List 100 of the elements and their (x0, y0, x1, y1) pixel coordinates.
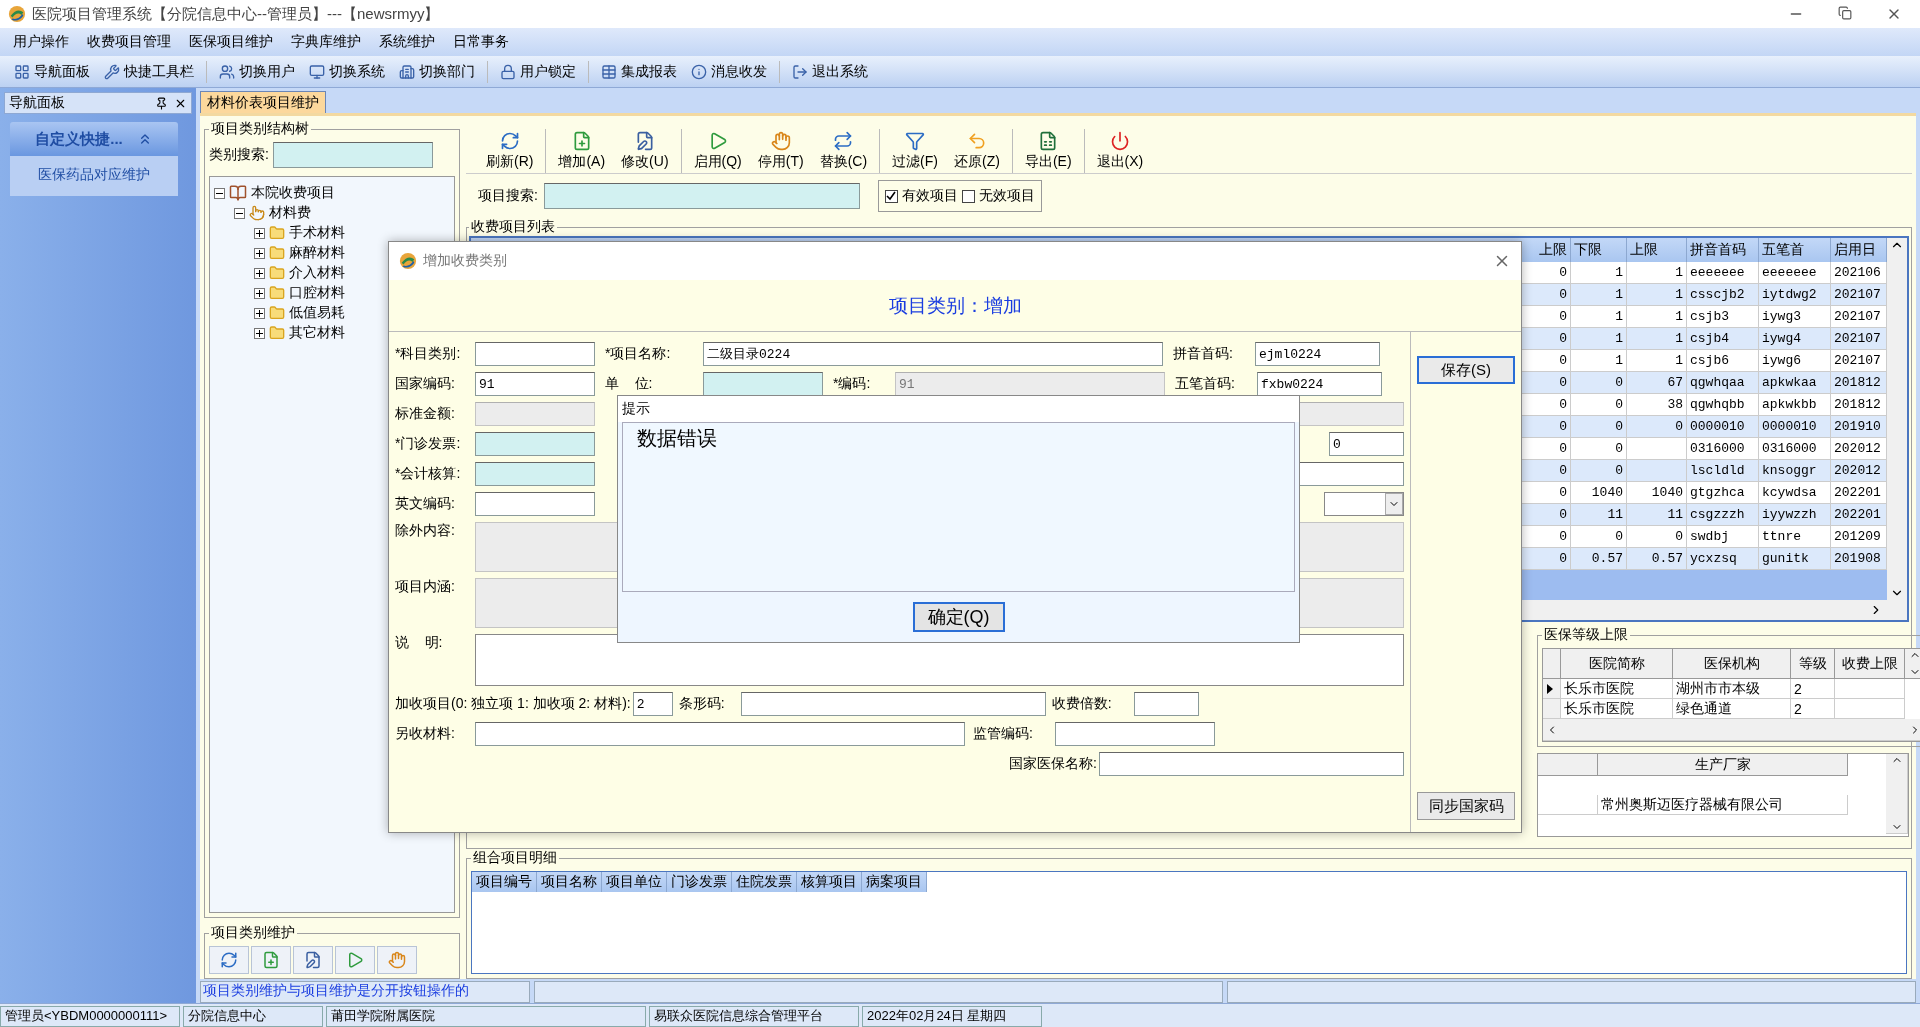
sync-button[interactable]: 同步国家码 (1417, 792, 1515, 820)
users-icon (219, 63, 235, 80)
column-header[interactable]: 下限 (1571, 238, 1627, 262)
expand-icon[interactable] (254, 307, 265, 319)
toolbar-button[interactable]: 退出系统 (786, 60, 874, 83)
text-field[interactable]: 0 (1329, 432, 1404, 456)
icon-button[interactable] (251, 946, 291, 974)
field-label: 国家医保名称: (1009, 755, 1097, 773)
field-label: 另收材料: (395, 725, 456, 743)
text-field[interactable]: 91 (475, 372, 595, 396)
icon-button[interactable] (209, 946, 249, 974)
expand-icon[interactable] (254, 227, 265, 239)
menu-item[interactable]: 字典库维护 (282, 33, 370, 51)
toolbar-button[interactable]: 替换(C) (811, 131, 876, 173)
checkbox[interactable] (961, 189, 975, 203)
column-header[interactable]: 项目单位 (602, 872, 667, 892)
column-header[interactable]: 医院简称 (1561, 649, 1673, 679)
toolbar-button[interactable]: 停用(T) (749, 131, 812, 173)
tree-item[interactable]: 其它材料 (289, 324, 345, 342)
menu-item[interactable]: 日常事务 (444, 33, 518, 51)
column-header[interactable]: 启用日 (1831, 238, 1887, 262)
toolbar-button[interactable]: 启用(Q) (685, 131, 750, 173)
search-field[interactable] (543, 183, 860, 209)
expand-icon[interactable] (254, 327, 265, 339)
collapse-icon[interactable] (214, 187, 225, 199)
tree-item[interactable]: 手术材料 (289, 224, 345, 242)
toolbar-button[interactable]: 切换部门 (393, 60, 481, 83)
tree-item[interactable]: 低值易耗 (289, 304, 345, 322)
restore-icon[interactable] (1838, 6, 1852, 20)
toolbar-button[interactable]: 切换系统 (303, 60, 391, 83)
text-field[interactable] (475, 432, 595, 456)
text-field[interactable]: 2 (632, 692, 673, 716)
column-header[interactable]: 收费上限 (1835, 649, 1905, 679)
column-header[interactable]: 生产厂家 (1598, 754, 1848, 776)
toolbar-button[interactable]: 退出(X) (1088, 131, 1152, 173)
search-field[interactable] (272, 142, 433, 168)
toolbar-button[interactable]: 刷新(R) (478, 131, 542, 173)
nav-link[interactable]: 医保药品对应维护 (10, 166, 178, 184)
table-cell: iywg4 (1759, 328, 1831, 350)
column-header[interactable]: 等级 (1791, 649, 1835, 679)
table-cell: iyywzzh (1759, 504, 1831, 526)
menu-item[interactable]: 收费项目管理 (78, 33, 180, 51)
section-title[interactable]: 自定义快捷... (35, 129, 123, 149)
column-header[interactable]: 病案项目 (862, 872, 927, 892)
expand-icon[interactable] (254, 267, 265, 279)
expand-icon[interactable] (254, 247, 265, 259)
icon-button[interactable] (335, 946, 375, 974)
column-header[interactable]: 项目名称 (537, 872, 602, 892)
text-field[interactable] (475, 722, 965, 746)
toolbar-button[interactable]: 集成报表 (595, 60, 683, 83)
column-header[interactable]: 项目编号 (472, 872, 537, 892)
column-header[interactable]: 医保机构 (1673, 649, 1791, 679)
text-field[interactable] (1055, 722, 1215, 746)
toolbar-button[interactable]: 切换用户 (213, 60, 301, 83)
expand-icon[interactable] (254, 287, 265, 299)
toolbar-button[interactable]: 过滤(F) (884, 131, 946, 173)
toolbar-button[interactable]: 还原(Z) (946, 131, 1008, 173)
ok-button[interactable]: 确定(Q) (912, 602, 1005, 632)
checkbox[interactable] (884, 189, 898, 203)
icon-button[interactable] (377, 946, 417, 974)
text-field[interactable] (1133, 692, 1199, 716)
save-button[interactable]: 保存(S) (1417, 356, 1515, 384)
text-field[interactable]: fxbw0224 (1257, 372, 1382, 396)
text-field[interactable] (475, 462, 595, 486)
text-field[interactable] (1099, 752, 1404, 776)
tree-item[interactable]: 麻醉材料 (289, 244, 345, 262)
toolbar-button[interactable]: 修改(U) (613, 131, 677, 173)
table-cell: kcywdsa (1759, 482, 1831, 504)
toolbar-button[interactable]: 增加(A) (550, 131, 614, 173)
pin-icon[interactable] (155, 96, 168, 110)
text-field[interactable] (475, 342, 595, 366)
text-field[interactable] (475, 492, 595, 516)
toolbar-button[interactable]: 消息收发 (685, 60, 773, 83)
column-header[interactable]: 核算项目 (797, 872, 862, 892)
column-header[interactable]: 五笔首 (1759, 238, 1831, 262)
dropdown-field[interactable] (1324, 492, 1404, 516)
text-field[interactable]: ejml0224 (1255, 342, 1380, 366)
tab[interactable]: 材料价表项目维护 (200, 91, 326, 113)
icon-button[interactable] (293, 946, 333, 974)
table-cell: 常州奥斯迈医疗器械有限公司 (1598, 795, 1848, 815)
toolbar-button[interactable]: 快捷工具栏 (98, 60, 200, 83)
toolbar-button[interactable]: 导出(E) (1016, 131, 1080, 173)
collapse-icon[interactable] (234, 207, 245, 219)
tree-item[interactable]: 本院收费项目 (251, 184, 335, 202)
menu-item[interactable]: 系统维护 (370, 33, 444, 51)
column-header[interactable]: 门诊发票 (667, 872, 732, 892)
text-field[interactable] (703, 372, 823, 396)
tree-item[interactable]: 材料费 (269, 204, 311, 222)
text-field[interactable] (740, 692, 1046, 716)
column-header[interactable]: 上限 (1627, 238, 1687, 262)
text-field[interactable]: 二级目录0224 (703, 342, 1163, 366)
column-header[interactable]: 拼音首码 (1687, 238, 1759, 262)
menu-item[interactable]: 医保项目维护 (180, 33, 282, 51)
menu-item[interactable]: 用户操作 (4, 33, 78, 51)
toolbar-button[interactable]: 用户锁定 (494, 60, 582, 83)
column-header[interactable]: 住院发票 (732, 872, 797, 892)
tree-item[interactable]: 口腔材料 (289, 284, 345, 302)
tree-item[interactable]: 介入材料 (289, 264, 345, 282)
toolbar-button[interactable]: 导航面板 (8, 60, 96, 83)
dropdown-icon[interactable] (1385, 493, 1403, 515)
